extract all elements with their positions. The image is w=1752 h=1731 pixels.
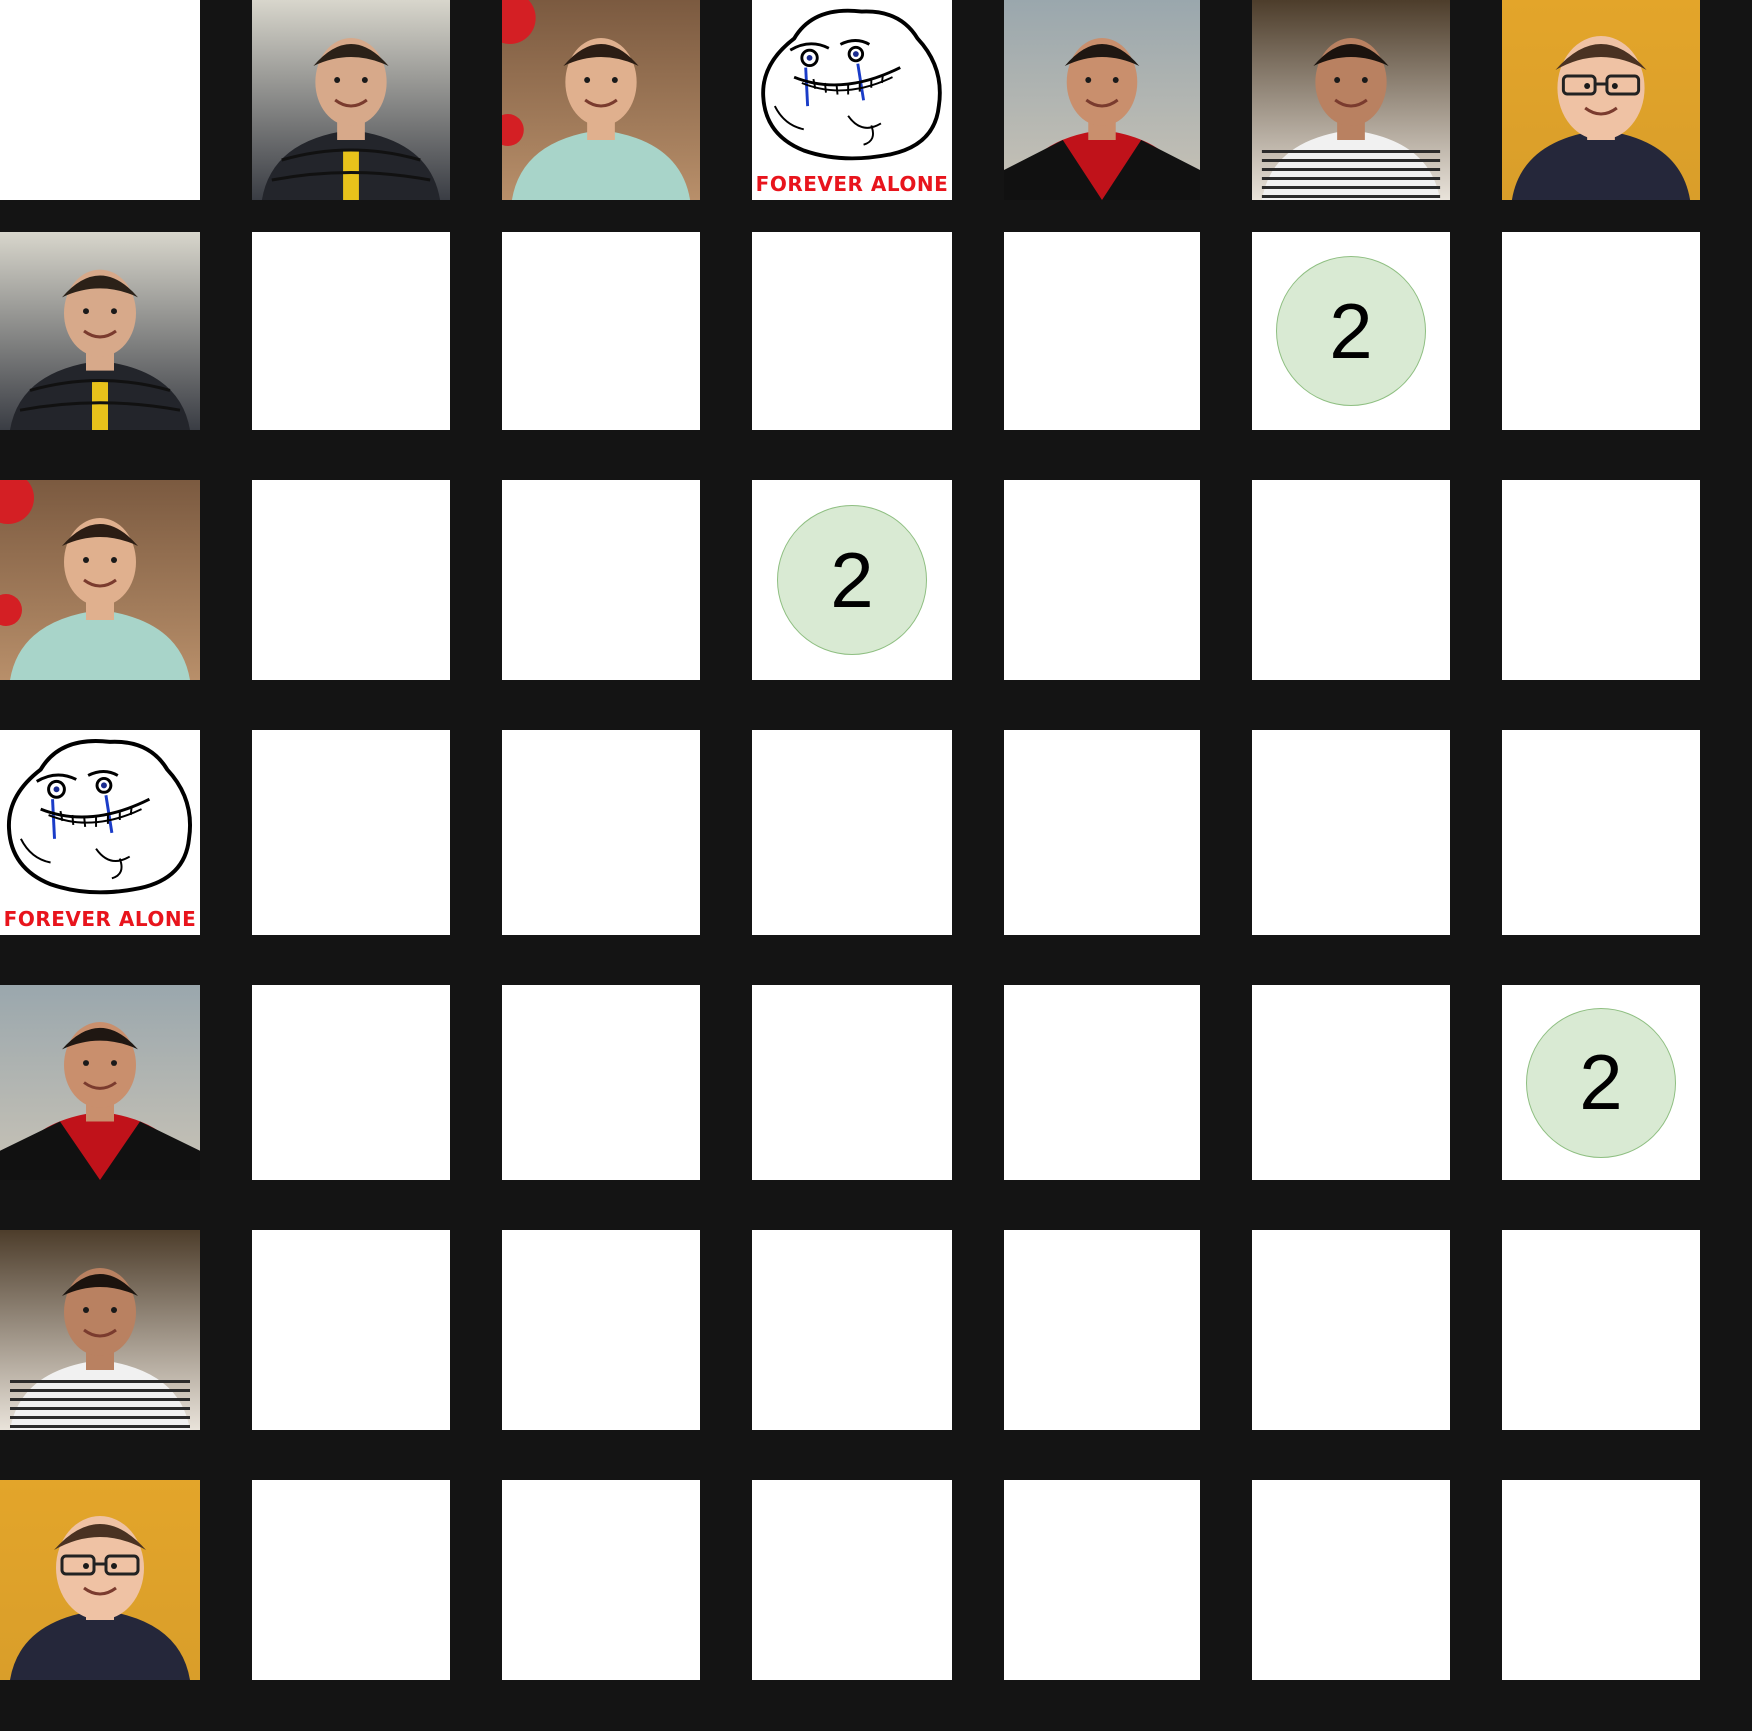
grid-cell[interactable] <box>252 985 450 1180</box>
grid-cell[interactable] <box>252 730 450 935</box>
grid-cell[interactable] <box>1004 730 1200 935</box>
column-header-photo <box>1252 0 1450 200</box>
row-header-photo <box>0 985 200 1180</box>
grid-band-horizontal <box>0 935 1752 985</box>
meme-caption: FOREVER ALONE <box>755 172 949 196</box>
grid-cell[interactable] <box>502 480 700 680</box>
grid-band-horizontal <box>0 430 1752 480</box>
grid-band-horizontal <box>0 680 1752 730</box>
row-header-photo <box>0 1480 200 1680</box>
row-header-photo <box>0 480 200 680</box>
score-badge: 2 <box>777 505 927 655</box>
grid-cell[interactable] <box>752 985 952 1180</box>
grid-cell[interactable] <box>252 232 450 430</box>
grid-cell[interactable] <box>1252 985 1450 1180</box>
score-badge: 2 <box>1526 1007 1676 1158</box>
column-header-photo <box>502 0 700 200</box>
grid-cell[interactable] <box>502 985 700 1180</box>
grid-cell[interactable] <box>252 1230 450 1430</box>
grid-cell[interactable] <box>1252 1480 1450 1680</box>
grid-cell[interactable] <box>752 730 952 935</box>
grid-cell[interactable] <box>752 232 952 430</box>
grid-cell[interactable] <box>1004 1480 1200 1680</box>
column-header-photo <box>1502 0 1700 200</box>
grid-band-horizontal <box>0 1680 1752 1731</box>
grid-cell[interactable] <box>1502 1230 1700 1430</box>
meme-caption: FOREVER ALONE <box>3 907 197 931</box>
grid-cell[interactable] <box>752 1230 952 1430</box>
grid-cell[interactable] <box>752 1480 952 1680</box>
grid-cell[interactable] <box>502 730 700 935</box>
row-header-meme: FOREVER ALONE <box>0 730 200 935</box>
grid-band-horizontal <box>0 1180 1752 1230</box>
row-header-photo <box>0 232 200 430</box>
grid-band-horizontal <box>0 200 1752 232</box>
grid-cell[interactable] <box>1502 232 1700 430</box>
grid-band-horizontal <box>0 1430 1752 1480</box>
column-header-photo <box>1004 0 1200 200</box>
grid-cell[interactable] <box>1502 730 1700 935</box>
column-header-meme: FOREVER ALONE <box>752 0 952 200</box>
grid-cell[interactable] <box>1252 480 1450 680</box>
matchup-grid: FOREVER ALONE FOREVER ALONE 2 2 2 <box>0 0 1752 1731</box>
grid-cell[interactable] <box>502 1230 700 1430</box>
grid-cell[interactable] <box>1502 480 1700 680</box>
grid-cell[interactable] <box>1004 1230 1200 1430</box>
grid-cell[interactable] <box>1004 232 1200 430</box>
grid-cell[interactable] <box>1252 730 1450 935</box>
grid-cell[interactable] <box>1004 985 1200 1180</box>
grid-cell[interactable] <box>1502 1480 1700 1680</box>
grid-cell[interactable] <box>1004 480 1200 680</box>
grid-cell[interactable] <box>1252 1230 1450 1430</box>
row-header-photo <box>0 1230 200 1430</box>
score-badge: 2 <box>1276 256 1426 406</box>
grid-cell[interactable] <box>502 1480 700 1680</box>
grid-cell[interactable] <box>252 480 450 680</box>
column-header-photo <box>252 0 450 200</box>
grid-cell[interactable] <box>502 232 700 430</box>
grid-cell[interactable] <box>252 1480 450 1680</box>
